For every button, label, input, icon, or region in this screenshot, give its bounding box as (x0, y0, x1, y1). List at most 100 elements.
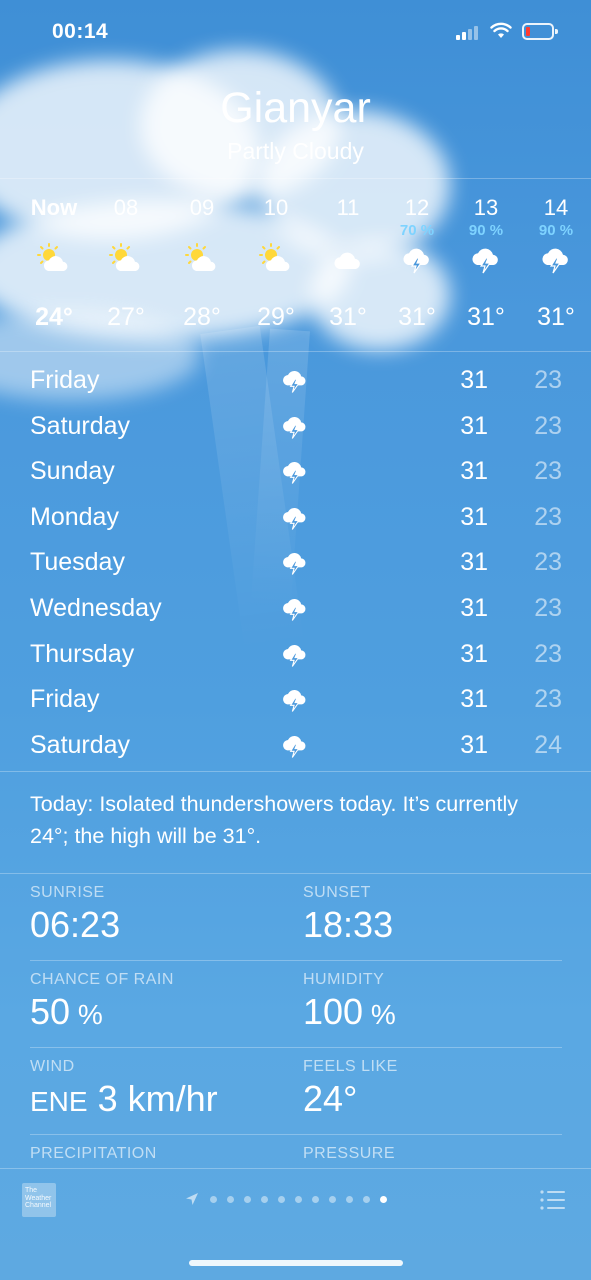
hour-column: 14 90 % 31° (520, 179, 591, 351)
home-indicator[interactable] (189, 1260, 403, 1266)
sun-cloud-icon (185, 243, 216, 271)
detail-row: SUNRISE 06:23 SUNSET 18:33 (30, 874, 562, 961)
thunderstorm-icon (283, 416, 306, 439)
hour-temp: 24° (35, 303, 73, 331)
precipitation-label: PRECIPITATION (30, 1145, 157, 1162)
page-dot[interactable] (295, 1195, 302, 1203)
weather-channel-logo[interactable]: The Weather Channel (22, 1183, 56, 1217)
sunset-value: 18:33 (303, 904, 394, 945)
hour-label: 14 (543, 195, 569, 220)
hour-label: 10 (263, 195, 289, 220)
section-divider (0, 771, 591, 772)
sunset-label: SUNSET (303, 884, 371, 901)
page-dot[interactable] (227, 1195, 234, 1203)
hour-label: 12 (404, 195, 430, 220)
day-name: Sunday (30, 457, 115, 486)
day-high-temp: 31 (460, 593, 488, 622)
daily-row: Friday 31 23 (0, 358, 591, 404)
day-name: Wednesday (30, 593, 162, 622)
cloud-icon (334, 252, 360, 269)
page-dot[interactable] (329, 1195, 336, 1203)
hour-precip: 90 % (468, 222, 504, 239)
day-high-temp: 31 (460, 548, 488, 577)
daily-row: Thursday 31 23 (0, 632, 591, 678)
hour-label: Now (30, 195, 78, 220)
humidity-value: 100 % (303, 991, 396, 1033)
daily-forecast: Friday 31 23 Saturday 31 23 Sunday 31 23… (0, 358, 591, 768)
daily-row: Monday 31 23 (0, 495, 591, 541)
page-dot[interactable] (261, 1195, 268, 1203)
thunderstorm-icon (283, 553, 306, 576)
thunderstorm-icon (283, 735, 306, 758)
page-dot[interactable] (278, 1195, 285, 1203)
hour-temp: 31° (467, 303, 505, 331)
battery-icon (522, 23, 558, 40)
hour-temp: 31° (398, 303, 436, 331)
page-dot[interactable] (312, 1195, 319, 1203)
day-name: Thursday (30, 639, 135, 668)
hour-column: Now 24° (18, 179, 90, 351)
page-dot[interactable] (380, 1195, 387, 1203)
day-low-temp: 23 (534, 502, 562, 531)
detail-row: CHANCE OF RAIN 50 % HUMIDITY 100 % (30, 961, 562, 1048)
hour-column: 12 70 % 31° (381, 179, 453, 351)
chance-of-rain-number: 50 (30, 991, 71, 1032)
hour-label: 11 (336, 195, 360, 220)
wind-cell: WIND ENE 3 km/hr (30, 1058, 218, 1120)
hour-precip: 90 % (538, 222, 574, 239)
sunrise-cell: SUNRISE 06:23 (30, 884, 120, 946)
thunderstorm-icon (283, 690, 306, 712)
daily-row: Saturday 31 24 (0, 723, 591, 769)
thunderstorm-icon (542, 248, 568, 274)
sun-cloud-icon (109, 243, 140, 271)
sun-cloud-icon (37, 243, 68, 271)
daily-row: Friday 31 23 (0, 677, 591, 723)
thunderstorm-icon (472, 248, 498, 274)
chance-of-rain-label: CHANCE OF RAIN (30, 971, 174, 988)
wind-label: WIND (30, 1058, 75, 1075)
day-name: Friday (30, 685, 100, 714)
day-high-temp: 31 (460, 502, 488, 531)
hour-label: 08 (113, 195, 139, 220)
chance-of-rain-value: 50 % (30, 991, 174, 1033)
today-summary: Today: Isolated thundershowers today. It… (30, 792, 518, 848)
feels-like-label: FEELS LIKE (303, 1058, 398, 1075)
daily-row: Wednesday 31 23 (0, 586, 591, 632)
page-dot[interactable] (244, 1195, 251, 1203)
thunderstorm-icon (283, 370, 306, 393)
day-high-temp: 31 (460, 730, 488, 759)
chance-of-rain-unit: % (70, 999, 103, 1030)
hour-column: 09 28° (166, 179, 238, 351)
hour-column: 11 31° (312, 179, 384, 351)
wind-value: ENE 3 km/hr (30, 1078, 218, 1120)
city-list-icon[interactable] (540, 1190, 566, 1210)
daily-row: Saturday 31 23 (0, 404, 591, 450)
page-dot[interactable] (363, 1195, 370, 1203)
hourly-forecast[interactable]: Now 24° 08 27° 09 28° 10 29° 11 31° 12 7… (0, 178, 591, 352)
location-arrow-icon[interactable] (184, 1191, 200, 1207)
hour-column: 08 27° (90, 179, 162, 351)
current-condition: Partly Cloudy (227, 138, 364, 164)
day-high-temp: 31 (460, 685, 488, 714)
page-dot[interactable] (210, 1195, 217, 1203)
day-name: Tuesday (30, 548, 125, 577)
thunderstorm-icon (283, 462, 306, 484)
thunderstorm-icon (403, 248, 429, 274)
page-indicator[interactable] (184, 1191, 397, 1207)
precipitation-cell: PRECIPITATION (30, 1145, 157, 1163)
hour-temp: 31° (537, 303, 575, 331)
day-low-temp: 24 (534, 730, 562, 759)
cellular-signal-icon (456, 24, 482, 40)
city-name: Gianyar (220, 84, 371, 132)
day-high-temp: 31 (460, 457, 488, 486)
humidity-unit: % (363, 999, 396, 1030)
day-name: Saturday (30, 411, 131, 440)
page-dot[interactable] (346, 1195, 353, 1203)
pressure-label: PRESSURE (303, 1145, 396, 1162)
day-high-temp: 31 (460, 639, 488, 668)
wind-direction: ENE (30, 1086, 88, 1117)
day-name: Friday (30, 366, 100, 394)
thunderstorm-icon (283, 598, 306, 621)
day-high-temp: 31 (460, 366, 488, 394)
weather-details: SUNRISE 06:23 SUNSET 18:33 CHANCE OF RAI… (30, 874, 562, 1175)
